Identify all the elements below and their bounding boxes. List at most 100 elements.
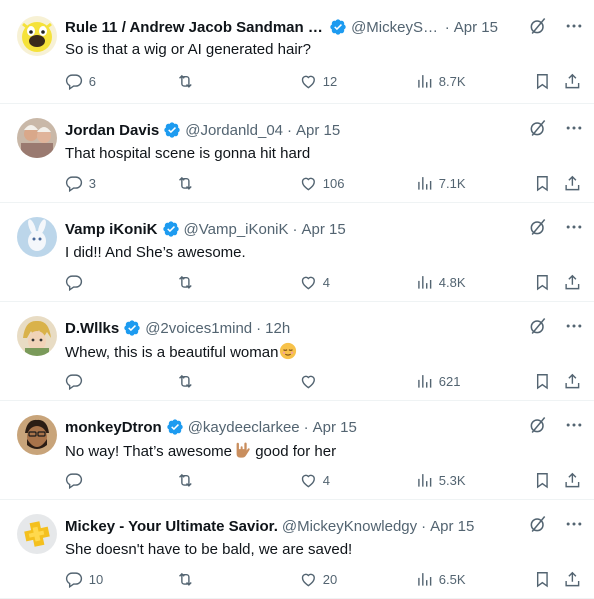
tweet-text-container: Whew, this is a beautiful woman bbox=[65, 342, 574, 363]
like-button[interactable]: 4 bbox=[299, 273, 330, 292]
grok-icon[interactable] bbox=[528, 316, 548, 336]
like-button[interactable] bbox=[299, 372, 323, 391]
author-handle[interactable]: @Jordanld_04 bbox=[185, 122, 283, 139]
author-handle[interactable]: @2voices1mind bbox=[145, 320, 252, 337]
avatar[interactable] bbox=[17, 217, 57, 257]
bookmark-button[interactable] bbox=[533, 570, 552, 589]
reply-button[interactable] bbox=[65, 273, 89, 292]
retweet-button[interactable] bbox=[176, 174, 200, 193]
retweet-button[interactable] bbox=[176, 372, 200, 391]
bookmark-button[interactable] bbox=[533, 72, 552, 91]
photo-avatar-icon bbox=[17, 118, 57, 158]
view-count: 6.5K bbox=[438, 571, 466, 587]
views-button[interactable]: 621 bbox=[415, 372, 460, 391]
avatar[interactable] bbox=[17, 316, 57, 356]
bookmark-icon bbox=[536, 572, 548, 588]
like-count: 20 bbox=[322, 571, 338, 587]
views-button[interactable]: 4.8K bbox=[415, 273, 466, 292]
retweet-button[interactable] bbox=[176, 570, 200, 589]
author-name[interactable]: Vamp iKoniK bbox=[65, 221, 158, 238]
grok-icon[interactable] bbox=[528, 118, 548, 138]
verified-badge-icon bbox=[166, 418, 184, 436]
cartoon-man-avatar-icon bbox=[17, 415, 57, 455]
tweet-text: That hospital scene is gonna hit hard bbox=[65, 145, 311, 162]
author-handle[interactable]: @MickeyKnowledgy bbox=[282, 518, 417, 535]
reply-button[interactable]: 10 bbox=[65, 570, 103, 589]
author-name[interactable]: Jordan Davis bbox=[65, 122, 159, 139]
views-button[interactable]: 8.7K bbox=[415, 72, 466, 91]
views-button[interactable]: 5.3K bbox=[415, 471, 466, 490]
tweet[interactable]: Mickey - Your Ultimate Savior. @MickeyKn… bbox=[0, 500, 594, 599]
share-icon bbox=[565, 175, 580, 191]
bookmark-button[interactable] bbox=[533, 372, 552, 391]
reply-button[interactable] bbox=[65, 471, 89, 490]
author-name[interactable]: monkeyDtron bbox=[65, 419, 162, 436]
verified-badge-icon bbox=[123, 319, 141, 337]
reply-icon bbox=[65, 275, 83, 292]
tweet[interactable]: D.Wllks @2voices1mind · 12h Whew, this i… bbox=[0, 302, 594, 401]
author-handle[interactable]: @MickeySte... bbox=[351, 19, 441, 36]
view-count: 5.3K bbox=[438, 472, 466, 488]
timestamp[interactable]: 12h bbox=[265, 320, 290, 337]
reply-button[interactable]: 6 bbox=[65, 72, 96, 91]
like-button[interactable]: 12 bbox=[299, 72, 337, 91]
verified-badge-icon bbox=[329, 18, 347, 36]
reply-count: 10 bbox=[88, 571, 104, 587]
share-button[interactable] bbox=[563, 570, 582, 589]
timestamp[interactable]: Apr 15 bbox=[454, 19, 498, 36]
reply-button[interactable]: 3 bbox=[65, 174, 96, 193]
share-button[interactable] bbox=[563, 273, 582, 292]
tweet[interactable]: monkeyDtron @kaydeeclarkee · Apr 15 No w… bbox=[0, 401, 594, 500]
grok-icon[interactable] bbox=[528, 16, 548, 36]
reply-count: 6 bbox=[88, 73, 96, 89]
analytics-icon bbox=[418, 177, 432, 190]
retweet-button[interactable] bbox=[176, 471, 200, 490]
avatar[interactable] bbox=[17, 415, 57, 455]
bookmark-button[interactable] bbox=[533, 471, 552, 490]
analytics-icon bbox=[418, 375, 432, 388]
analytics-icon bbox=[418, 276, 432, 289]
author-name[interactable]: Mickey - Your Ultimate Savior. bbox=[65, 518, 278, 535]
author-name[interactable]: D.Wllks bbox=[65, 320, 119, 337]
bookmark-button[interactable] bbox=[533, 273, 552, 292]
retweet-button[interactable] bbox=[176, 72, 200, 91]
timestamp[interactable]: Apr 15 bbox=[313, 419, 357, 436]
tweet[interactable]: Vamp iKoniK @Vamp_iKoniK · Apr 15 I did!… bbox=[0, 203, 594, 302]
bookmark-button[interactable] bbox=[533, 174, 552, 193]
author-handle[interactable]: @Vamp_iKoniK bbox=[184, 221, 289, 238]
timestamp[interactable]: Apr 15 bbox=[302, 221, 346, 238]
share-button[interactable] bbox=[563, 174, 582, 193]
heart-icon bbox=[301, 75, 315, 89]
grok-icon[interactable] bbox=[528, 217, 548, 237]
more-options-icon[interactable] bbox=[564, 514, 584, 534]
more-options-icon[interactable] bbox=[564, 217, 584, 237]
author-name[interactable]: Rule 11 / Andrew Jacob Sandman Say... bbox=[65, 19, 325, 36]
grok-icon[interactable] bbox=[528, 415, 548, 435]
share-button[interactable] bbox=[563, 72, 582, 91]
avatar[interactable] bbox=[17, 16, 57, 56]
avatar[interactable] bbox=[17, 118, 57, 158]
tweet-header: Vamp iKoniK @Vamp_iKoniK · Apr 15 bbox=[65, 218, 498, 240]
like-button[interactable]: 4 bbox=[299, 471, 330, 490]
more-options-icon[interactable] bbox=[564, 415, 584, 435]
more-options-icon[interactable] bbox=[564, 316, 584, 336]
more-options-icon[interactable] bbox=[564, 16, 584, 36]
timestamp[interactable]: Apr 15 bbox=[296, 122, 340, 139]
love-you-gesture-emoji bbox=[236, 442, 250, 458]
views-button[interactable]: 7.1K bbox=[415, 174, 466, 193]
like-button[interactable]: 20 bbox=[299, 570, 337, 589]
reply-button[interactable] bbox=[65, 372, 89, 391]
author-handle[interactable]: @kaydeeclarkee bbox=[188, 419, 300, 436]
playstation-plus-avatar-icon bbox=[17, 514, 57, 554]
like-button[interactable]: 106 bbox=[299, 174, 344, 193]
more-options-icon[interactable] bbox=[564, 118, 584, 138]
tweet[interactable]: Rule 11 / Andrew Jacob Sandman Say... @M… bbox=[0, 0, 594, 104]
timestamp[interactable]: Apr 15 bbox=[430, 518, 474, 535]
share-button[interactable] bbox=[563, 471, 582, 490]
views-button[interactable]: 6.5K bbox=[415, 570, 466, 589]
avatar[interactable] bbox=[17, 514, 57, 554]
tweet[interactable]: Jordan Davis @Jordanld_04 · Apr 15 That … bbox=[0, 104, 594, 203]
retweet-button[interactable] bbox=[176, 273, 200, 292]
grok-icon[interactable] bbox=[528, 514, 548, 534]
share-button[interactable] bbox=[563, 372, 582, 391]
